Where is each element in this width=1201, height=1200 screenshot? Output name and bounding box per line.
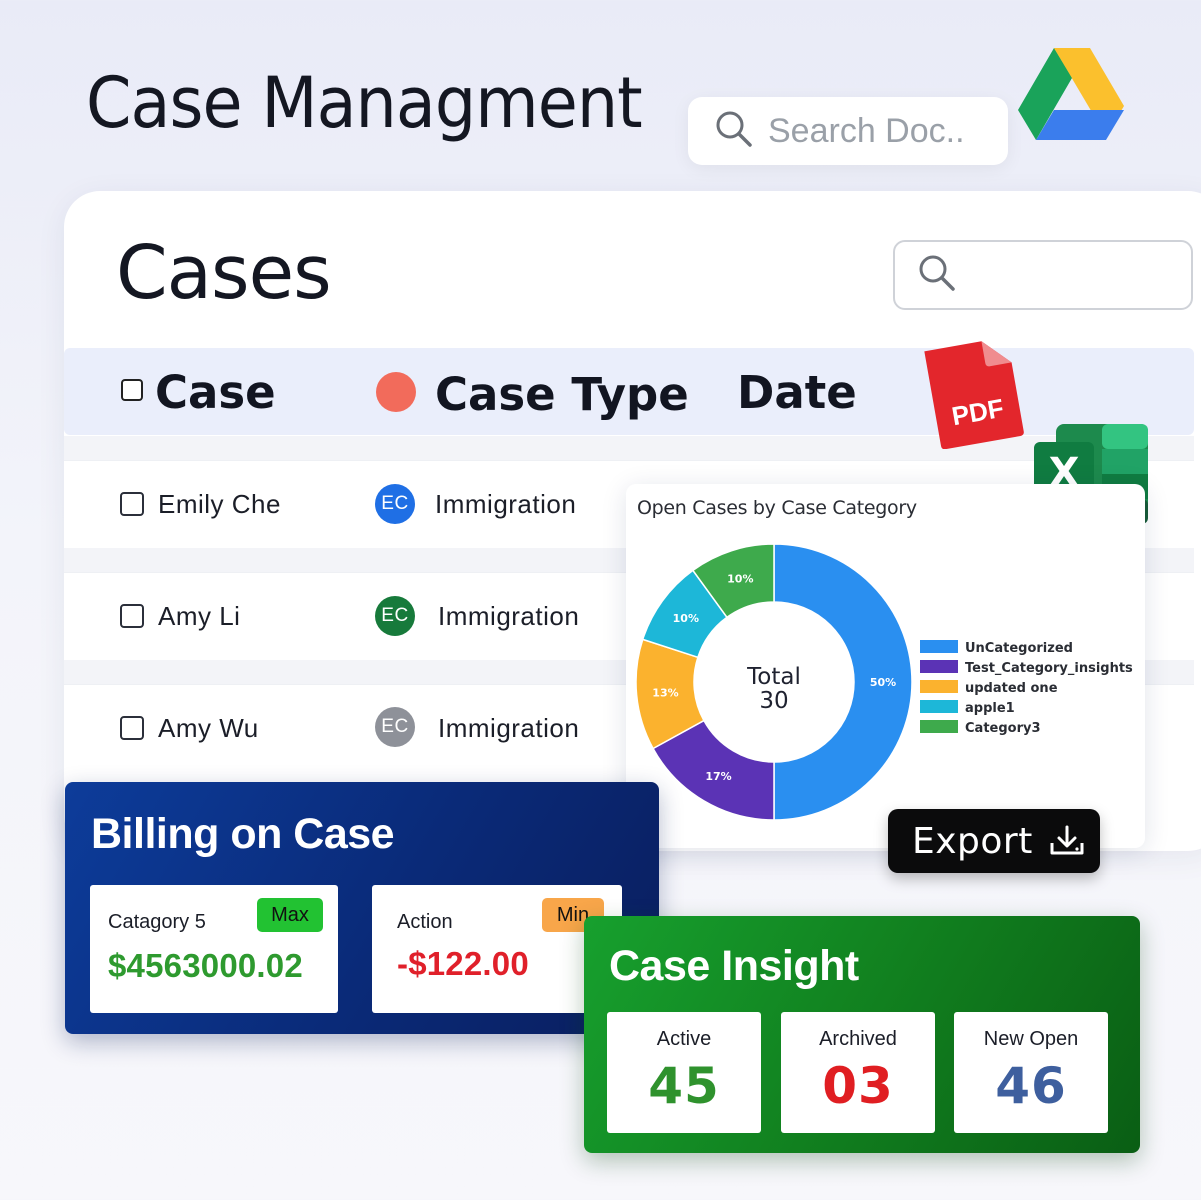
case-type: Immigration bbox=[438, 713, 580, 743]
row-checkbox[interactable] bbox=[120, 492, 144, 516]
slice-value-label: 13% bbox=[652, 686, 678, 699]
legend-label: UnCategorized bbox=[965, 641, 1073, 656]
legend-label: Test_Category_insights bbox=[965, 661, 1133, 676]
column-header-case-type[interactable]: Case Type bbox=[435, 368, 689, 421]
export-label: Export bbox=[912, 820, 1033, 862]
billing-label: Action bbox=[397, 911, 453, 933]
avatar: EC bbox=[375, 707, 415, 747]
legend-label: apple1 bbox=[965, 701, 1015, 716]
slice-value-label: 50% bbox=[870, 676, 896, 689]
status-dot-icon bbox=[376, 372, 416, 412]
export-button[interactable]: Export bbox=[888, 809, 1100, 873]
legend-swatch bbox=[920, 680, 958, 693]
cases-search[interactable] bbox=[893, 240, 1193, 310]
insight-card-archived: Archived 03 bbox=[781, 1012, 935, 1133]
donut-chart: 50% 17% 13% 10% 10% Total 30 UnCategorized Te… bbox=[635, 543, 1133, 821]
insight-value: 46 bbox=[995, 1057, 1067, 1115]
insight-card-new-open: New Open 46 bbox=[954, 1012, 1108, 1133]
column-header-date[interactable]: Date bbox=[737, 366, 857, 419]
page-title: Case Managment bbox=[86, 62, 643, 144]
insight-label: New Open bbox=[983, 1028, 1079, 1050]
insight-label: Active bbox=[656, 1028, 712, 1050]
google-drive-icon[interactable] bbox=[1018, 44, 1128, 144]
legend-swatch bbox=[920, 640, 958, 653]
case-type: Immigration bbox=[438, 601, 580, 631]
download-icon bbox=[1049, 825, 1085, 857]
cases-search-input[interactable] bbox=[969, 261, 1189, 289]
case-name: Emily Che bbox=[158, 489, 281, 519]
search-icon bbox=[917, 253, 957, 298]
chart-center-value: 30 bbox=[759, 688, 788, 714]
slice-value-label: 10% bbox=[727, 572, 753, 585]
chart-title: Open Cases by Case Category bbox=[637, 497, 917, 519]
insight-card-active: Active 45 bbox=[607, 1012, 761, 1133]
column-header-case[interactable]: Case bbox=[155, 366, 276, 419]
billing-card: Catagory 5 Max $4563000.02 bbox=[90, 885, 338, 1013]
max-badge: Max bbox=[257, 898, 323, 932]
avatar: EC bbox=[375, 484, 415, 524]
search-icon bbox=[714, 109, 754, 154]
insight-value: 03 bbox=[822, 1057, 894, 1115]
legend-swatch bbox=[920, 720, 958, 733]
row-checkbox[interactable] bbox=[120, 604, 144, 628]
legend-label: updated one bbox=[965, 681, 1058, 696]
document-search[interactable] bbox=[688, 97, 1008, 165]
insight-label: Archived bbox=[819, 1028, 897, 1050]
legend-label: Category3 bbox=[965, 721, 1041, 736]
billing-value: $4563000.02 bbox=[108, 947, 303, 984]
insight-value: 45 bbox=[648, 1057, 720, 1115]
case-name: Amy Li bbox=[158, 601, 241, 631]
billing-title: Billing on Case bbox=[91, 810, 395, 858]
slice-value-label: 17% bbox=[705, 770, 731, 783]
avatar: EC bbox=[375, 596, 415, 636]
row-checkbox[interactable] bbox=[120, 716, 144, 740]
document-search-input[interactable] bbox=[768, 111, 1008, 151]
slice-value-label: 10% bbox=[673, 612, 699, 625]
legend-swatch bbox=[920, 700, 958, 713]
legend-swatch bbox=[920, 660, 958, 673]
cases-title: Cases bbox=[116, 230, 332, 316]
billing-label: Catagory 5 bbox=[108, 911, 206, 933]
case-type: Immigration bbox=[435, 489, 577, 519]
pdf-file-icon[interactable]: PDF bbox=[924, 333, 1028, 450]
chart-center-label: Total bbox=[746, 664, 801, 690]
case-name: Amy Wu bbox=[158, 713, 259, 743]
select-all-checkbox[interactable] bbox=[121, 379, 143, 401]
billing-value: -$122.00 bbox=[397, 945, 529, 982]
insight-title: Case Insight bbox=[609, 942, 859, 990]
